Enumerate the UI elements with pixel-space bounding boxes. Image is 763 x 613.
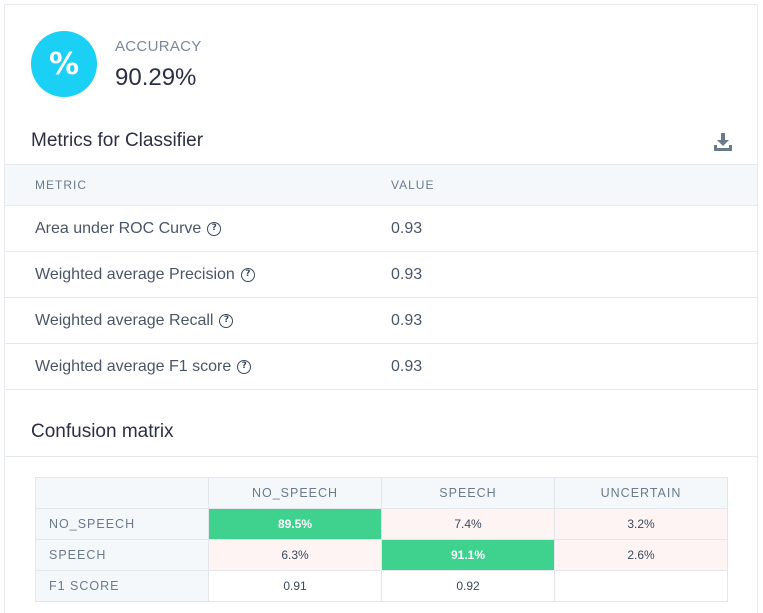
metric-value: 0.93 [391, 311, 423, 329]
metric-value: 0.93 [391, 219, 423, 237]
table-row: Weighted average Precision? 0.93 [5, 252, 757, 298]
matrix-cell: 2.6% [554, 539, 728, 571]
column-header: NO_SPEECH [208, 477, 382, 509]
metrics-title: Metrics for Classifier [31, 130, 204, 151]
matrix-cell: 91.1% [381, 539, 555, 571]
matrix-cell: 6.3% [208, 539, 382, 571]
download-icon[interactable] [713, 132, 733, 152]
matrix-cell: 0.91 [208, 570, 382, 602]
metric-name: Weighted average Precision [35, 265, 235, 283]
column-header-value: VALUE [391, 178, 435, 192]
help-icon[interactable]: ? [219, 313, 234, 328]
metric-value: 0.93 [391, 265, 423, 283]
metric-name: Weighted average F1 score [35, 357, 232, 375]
row-label: NO_SPEECH [35, 508, 209, 540]
divider [5, 456, 757, 457]
percent-icon: % [31, 31, 97, 97]
column-header: UNCERTAIN [554, 477, 728, 509]
metric-name: Area under ROC Curve [35, 219, 202, 237]
matrix-corner [35, 477, 209, 509]
table-row: Weighted average F1 score? 0.93 [5, 344, 757, 390]
row-label: SPEECH [35, 539, 209, 571]
help-icon[interactable]: ? [240, 267, 255, 282]
metrics-table: METRIC VALUE Area under ROC Curve? 0.93 … [5, 164, 757, 390]
confusion-matrix: NO_SPEECH SPEECH UNCERTAIN NO_SPEECH 89.… [35, 477, 728, 602]
help-icon[interactable]: ? [207, 221, 222, 236]
matrix-row: NO_SPEECH 89.5% 7.4% 3.2% [35, 508, 728, 540]
metric-name: Weighted average Recall [35, 311, 214, 329]
matrix-cell: 0.92 [381, 570, 555, 602]
confusion-matrix-title: Confusion matrix [31, 421, 174, 442]
matrix-row: SPEECH 6.3% 91.1% 2.6% [35, 539, 728, 571]
metrics-header-row: METRIC VALUE [5, 164, 757, 206]
table-row: Area under ROC Curve? 0.93 [5, 206, 757, 252]
matrix-cell: 89.5% [208, 508, 382, 540]
help-icon[interactable]: ? [237, 359, 252, 374]
matrix-cell: 3.2% [554, 508, 728, 540]
matrix-cell: 7.4% [381, 508, 555, 540]
accuracy-label: ACCURACY [115, 38, 202, 55]
column-header: SPEECH [381, 477, 555, 509]
row-label: F1 SCORE [35, 570, 209, 602]
matrix-cell [554, 570, 728, 602]
accuracy-value: 90.29% [115, 64, 197, 91]
table-row: Weighted average Recall? 0.93 [5, 298, 757, 344]
matrix-row: F1 SCORE 0.91 0.92 [35, 570, 728, 602]
column-header-metric: METRIC [35, 178, 87, 192]
metric-value: 0.93 [391, 357, 423, 375]
